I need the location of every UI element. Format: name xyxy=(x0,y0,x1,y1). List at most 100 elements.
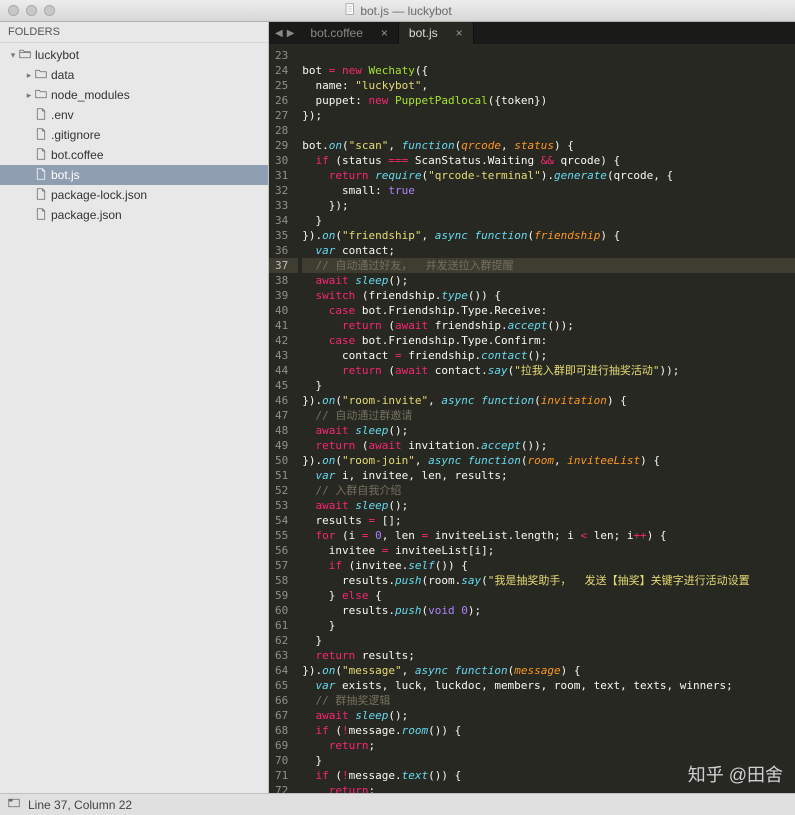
code-line[interactable]: await sleep(); xyxy=(302,708,795,723)
code-line[interactable]: case bot.Friendship.Type.Receive: xyxy=(302,303,795,318)
code-line[interactable]: results.push(void 0); xyxy=(302,603,795,618)
expand-arrow-icon[interactable]: ▸ xyxy=(24,70,34,81)
tree-item-bot-coffee[interactable]: bot.coffee xyxy=(0,145,268,165)
code-line[interactable]: results.push(room.say("我是抽奖助手， 发送【抽奖】关键字… xyxy=(302,573,795,588)
code-line[interactable]: bot = new Wechaty({ xyxy=(302,63,795,78)
editor-pane: ◀ ▶ bot.coffee × bot.js × 23242526272829303… xyxy=(269,22,795,793)
code-area[interactable]: 2324252627282930313233343536373839404142… xyxy=(269,44,795,793)
folder-icon xyxy=(34,68,48,83)
code-line[interactable]: invitee = inviteeList[i]; xyxy=(302,543,795,558)
folder-tree: ▾luckybot▸data▸node_modules.env.gitignor… xyxy=(0,43,268,793)
code-line[interactable]: }).on("message", async function(message)… xyxy=(302,663,795,678)
tree-item-label: data xyxy=(51,68,74,82)
tree-item-luckybot[interactable]: ▾ luckybot xyxy=(0,45,268,65)
close-tab-icon[interactable]: × xyxy=(381,26,388,40)
tree-item-label: node_modules xyxy=(51,88,130,102)
tree-item-bot-js[interactable]: bot.js xyxy=(0,165,268,185)
tree-item-label: .env xyxy=(51,108,74,122)
tab-bot-coffee[interactable]: bot.coffee × xyxy=(300,22,399,44)
folder-icon xyxy=(34,88,48,103)
close-tab-icon[interactable]: × xyxy=(456,26,463,40)
code-line[interactable]: return results; xyxy=(302,648,795,663)
code-line[interactable]: }); xyxy=(302,198,795,213)
tree-item-package-json[interactable]: package.json xyxy=(0,205,268,225)
tree-item--gitignore[interactable]: .gitignore xyxy=(0,125,268,145)
code-line[interactable]: }).on("room-join", async function(room, … xyxy=(302,453,795,468)
code-line[interactable]: } xyxy=(302,213,795,228)
code-line[interactable]: case bot.Friendship.Type.Confirm: xyxy=(302,333,795,348)
tab-prev-icon[interactable]: ◀ xyxy=(275,28,283,39)
code-line[interactable]: var exists, luck, luckdoc, members, room… xyxy=(302,678,795,693)
tree-item-label: .gitignore xyxy=(51,128,100,142)
minimize-window-button[interactable] xyxy=(26,5,37,16)
code-line[interactable]: } else { xyxy=(302,588,795,603)
sidebar: FOLDERS ▾luckybot▸data▸node_modules.env.… xyxy=(0,22,269,793)
code-content[interactable]: bot = new Wechaty({ name: "luckybot", pu… xyxy=(298,44,795,793)
code-line[interactable]: await sleep(); xyxy=(302,423,795,438)
code-line[interactable]: if (!message.room()) { xyxy=(302,723,795,738)
code-line[interactable]: return require("qrcode-terminal").genera… xyxy=(302,168,795,183)
tabs-icon[interactable] xyxy=(8,797,20,812)
code-line[interactable]: return (await contact.say("拉我入群即可进行抽奖活动"… xyxy=(302,363,795,378)
code-line[interactable]: }); xyxy=(302,108,795,123)
tree-item-node_modules[interactable]: ▸ node_modules xyxy=(0,85,268,105)
code-line[interactable]: bot.on("scan", function(qrcode, status) … xyxy=(302,138,795,153)
tree-item-data[interactable]: ▸ data xyxy=(0,65,268,85)
tab-row: ◀ ▶ bot.coffee × bot.js × xyxy=(269,22,795,44)
tab-label: bot.coffee xyxy=(310,26,363,40)
code-line[interactable] xyxy=(302,48,795,63)
expand-arrow-icon[interactable]: ▾ xyxy=(8,50,18,61)
file-icon xyxy=(34,108,48,123)
traffic-lights xyxy=(8,5,55,16)
line-gutter: 2324252627282930313233343536373839404142… xyxy=(269,44,298,793)
zoom-window-button[interactable] xyxy=(44,5,55,16)
code-line[interactable]: await sleep(); xyxy=(302,273,795,288)
code-line[interactable]: return; xyxy=(302,783,795,793)
code-line[interactable]: await sleep(); xyxy=(302,498,795,513)
code-line[interactable]: // 入群自我介绍 xyxy=(302,483,795,498)
tab-label: bot.js xyxy=(409,26,438,40)
file-icon xyxy=(34,188,48,203)
tab-bot-js[interactable]: bot.js × xyxy=(399,22,474,44)
code-line[interactable]: switch (friendship.type()) { xyxy=(302,288,795,303)
tree-item-label: package-lock.json xyxy=(51,188,147,202)
code-line[interactable]: results = []; xyxy=(302,513,795,528)
expand-arrow-icon[interactable]: ▸ xyxy=(24,90,34,101)
code-line[interactable]: } xyxy=(302,633,795,648)
code-line[interactable]: // 自动通过好友， 并发送拉入群提醒 xyxy=(302,258,795,273)
code-line[interactable]: var contact; xyxy=(302,243,795,258)
tree-item-label: package.json xyxy=(51,208,122,222)
code-line[interactable]: }).on("room-invite", async function(invi… xyxy=(302,393,795,408)
close-window-button[interactable] xyxy=(8,5,19,16)
code-line[interactable]: }).on("friendship", async function(frien… xyxy=(302,228,795,243)
file-icon xyxy=(34,148,48,163)
code-line[interactable]: name: "luckybot", xyxy=(302,78,795,93)
code-line[interactable]: return (await friendship.accept()); xyxy=(302,318,795,333)
code-line[interactable]: puppet: new PuppetPadlocal({token}) xyxy=(302,93,795,108)
tree-item--env[interactable]: .env xyxy=(0,105,268,125)
tree-item-package-lock-json[interactable]: package-lock.json xyxy=(0,185,268,205)
code-line[interactable]: // 群抽奖逻辑 xyxy=(302,693,795,708)
code-line[interactable]: return (await invitation.accept()); xyxy=(302,438,795,453)
titlebar: bot.js — luckybot xyxy=(0,0,795,22)
code-line[interactable]: if (status === ScanStatus.Waiting && qrc… xyxy=(302,153,795,168)
code-line[interactable]: var i, invitee, len, results; xyxy=(302,468,795,483)
code-line[interactable]: } xyxy=(302,618,795,633)
code-line[interactable]: } xyxy=(302,753,795,768)
file-icon xyxy=(34,168,48,183)
tab-next-icon[interactable]: ▶ xyxy=(287,28,295,39)
status-text: Line 37, Column 22 xyxy=(28,798,132,812)
code-line[interactable]: } xyxy=(302,378,795,393)
code-line[interactable]: contact = friendship.contact(); xyxy=(302,348,795,363)
doc-icon xyxy=(343,3,355,18)
code-line[interactable]: if (invitee.self()) { xyxy=(302,558,795,573)
tree-item-label: bot.js xyxy=(51,168,80,182)
folder-icon xyxy=(18,48,32,63)
code-line[interactable]: for (i = 0, len = inviteeList.length; i … xyxy=(302,528,795,543)
code-line[interactable]: return; xyxy=(302,738,795,753)
code-line[interactable] xyxy=(302,123,795,138)
code-line[interactable]: small: true xyxy=(302,183,795,198)
code-line[interactable]: // 自动通过群邀请 xyxy=(302,408,795,423)
code-line[interactable]: if (!message.text()) { xyxy=(302,768,795,783)
tree-item-label: luckybot xyxy=(35,48,79,62)
